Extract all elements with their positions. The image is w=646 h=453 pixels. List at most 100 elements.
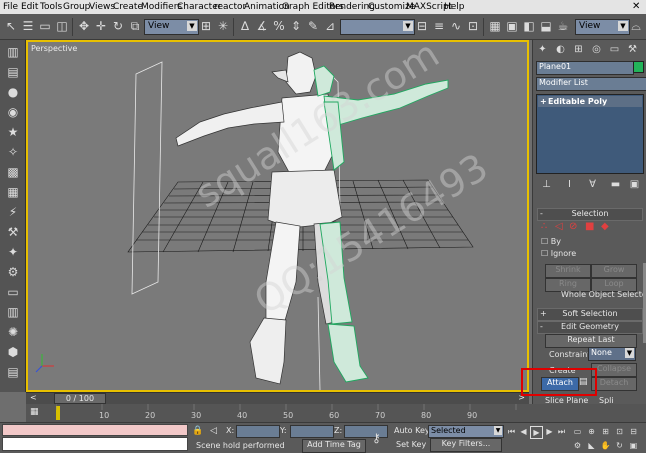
dynamics-icon[interactable]: ⬢ [4,344,22,361]
set-key-button[interactable]: Set Key [396,440,426,449]
arc-rotate-icon[interactable]: ↻ [614,440,625,451]
motion-tab-icon[interactable]: ◎ [589,43,604,57]
teapot-render-icon[interactable]: ⌓ [628,18,644,34]
select-manipulate-icon[interactable]: ✥ [76,18,92,34]
create-tab-icon[interactable]: ✦ [535,43,550,57]
camera-icon[interactable]: ▩ [4,164,22,181]
ignore-backfacing-checkbox[interactable]: ☐ Ignore [541,249,576,258]
menu-reactor[interactable]: reactor [214,1,246,13]
material-editor-icon[interactable]: ▦ [487,18,503,34]
menu-create[interactable]: Create [113,1,143,13]
layers-icon[interactable]: ▤ [4,364,22,381]
show-end-result-icon[interactable]: Ⅰ [562,178,577,192]
grid-icon[interactable]: ▥ [4,304,22,321]
pin-stack-icon[interactable]: ⊥ [539,178,554,192]
box-icon[interactable]: ▤ [4,64,22,81]
select-by-name-icon[interactable]: ☰ [20,18,36,34]
hierarchy-tab-icon[interactable]: ⊞ [571,43,586,57]
torus-icon[interactable]: ◉ [4,104,22,121]
edge-icon[interactable]: ◁ [555,221,563,232]
named-selection-sets-dropdown[interactable]: ▼ [340,19,415,35]
element-icon[interactable]: ◆ [601,221,609,232]
time-config-icon[interactable]: ⚙ [572,440,583,451]
track-bar[interactable]: ▦ 10 20 30 40 50 60 70 80 90 [26,404,646,422]
close-window-icon[interactable]: ✕ [632,1,640,13]
key-filters-button[interactable]: Key Filters... [430,438,502,452]
expand-icon[interactable]: + [540,96,547,107]
render-view-dropdown[interactable]: View ▼ [575,19,630,35]
quick-render-icon[interactable]: ⬓ [538,18,554,34]
grow-button[interactable]: Grow [591,264,637,278]
layer-manager-icon[interactable]: ≡ [431,18,447,34]
zoom-icon[interactable]: ⊕ [586,426,597,437]
go-to-end-icon[interactable]: ⏭ [556,426,567,437]
maxscript-listener-mini[interactable] [2,424,188,436]
select-move-icon[interactable]: ✛ [93,18,109,34]
selection-rollout-header[interactable]: - Selection [537,208,643,221]
render-setup-icon[interactable]: ▣ [504,18,520,34]
absolute-mode-icon[interactable]: ◁ [210,426,217,436]
modifier-list-dropdown[interactable]: Modifier List [536,77,646,91]
pipe-icon[interactable]: ▭ [4,284,22,301]
display-tab-icon[interactable]: ▭ [607,43,622,57]
utilities-tab-icon[interactable]: ⚒ [625,43,640,57]
make-unique-icon[interactable]: ∀ [585,178,600,192]
reference-coordinate-dropdown[interactable]: View ▼ [144,19,199,35]
zoom-extents-all-icon[interactable]: ⊟ [628,426,639,437]
shrink-button[interactable]: Shrink [545,264,591,278]
time-slider[interactable]: 0 / 100 < > [26,392,529,404]
manipulate-icon[interactable]: ✳ [215,18,231,34]
sphere-icon[interactable]: ● [4,84,22,101]
menu-tools[interactable]: Tools [40,1,62,13]
snap-toggle-icon[interactable]: ∆ [237,18,253,34]
star-icon[interactable]: ★ [4,124,22,141]
trash-icon[interactable]: ▥ [4,44,22,61]
menu-edit[interactable]: Edit [21,1,38,13]
spacewarp-icon[interactable]: ⚡ [4,204,22,221]
constraints-dropdown[interactable]: None ▼ [588,347,636,361]
particles-icon[interactable]: ✺ [4,324,22,341]
go-to-start-icon[interactable]: ⏮ [506,426,517,437]
modify-tab-icon[interactable]: ◐ [553,43,568,57]
angle-snap-icon[interactable]: ∡ [254,18,270,34]
schematic-view-icon[interactable]: ⊡ [465,18,481,34]
menu-help[interactable]: Help [444,1,465,13]
y-coordinate-field[interactable] [290,425,334,438]
lock-selection-icon[interactable]: 🔒 [192,426,203,436]
helper-icon[interactable]: ▦ [4,184,22,201]
edit-geometry-rollout-header[interactable]: - Edit Geometry [537,321,643,334]
window-crossing-icon[interactable]: ◫ [54,18,70,34]
mini-curve-editor-icon[interactable]: ▦ [30,407,39,417]
pan-icon[interactable]: ✋ [600,440,611,451]
percent-snap-icon[interactable]: % [271,18,287,34]
mirror-icon[interactable]: ⊿ [322,18,338,34]
zoom-extents-icon[interactable]: ⊡ [614,426,625,437]
menu-file[interactable]: File [3,1,18,13]
configure-sets-icon[interactable]: ▣ [627,178,642,192]
z-coordinate-field[interactable] [344,425,388,438]
stack-item-editable-poly[interactable]: + Editable Poly [538,96,642,107]
previous-frame-icon[interactable]: ◀ [518,426,529,437]
add-time-tag-button[interactable]: Add Time Tag [302,439,366,453]
border-icon[interactable]: ⊘ [569,221,577,232]
render-teapot-icon[interactable]: ☕ [555,18,571,34]
current-frame-field[interactable]: ▭ [572,426,583,437]
zoom-all-icon[interactable]: ⊞ [600,426,611,437]
curve-editor-icon[interactable]: ∿ [448,18,464,34]
render-frame-icon[interactable]: ◧ [521,18,537,34]
polygon-icon[interactable]: ■ [585,221,594,232]
bone-icon[interactable]: ✦ [4,244,22,261]
gear-icon[interactable]: ⚙ [4,264,22,281]
key-mode-dropdown[interactable]: Selected ▼ [428,425,504,438]
by-vertex-checkbox[interactable]: ☐ By [541,237,561,246]
named-selection-icon[interactable]: ✎ [305,18,321,34]
play-icon[interactable]: ▶ [530,426,543,439]
align-icon[interactable]: ⊟ [414,18,430,34]
soft-selection-rollout-header[interactable]: + Soft Selection [537,308,643,321]
perspective-viewport[interactable]: Perspective squall163.com QQ:15416493 [26,40,529,392]
maxscript-input[interactable] [2,437,188,451]
vertex-icon[interactable]: ∴ [541,221,547,232]
object-name-field[interactable]: Plane01 [536,61,634,75]
next-frame-icon[interactable]: ▶ [544,426,555,437]
time-slider-thumb[interactable]: 0 / 100 [54,393,106,404]
